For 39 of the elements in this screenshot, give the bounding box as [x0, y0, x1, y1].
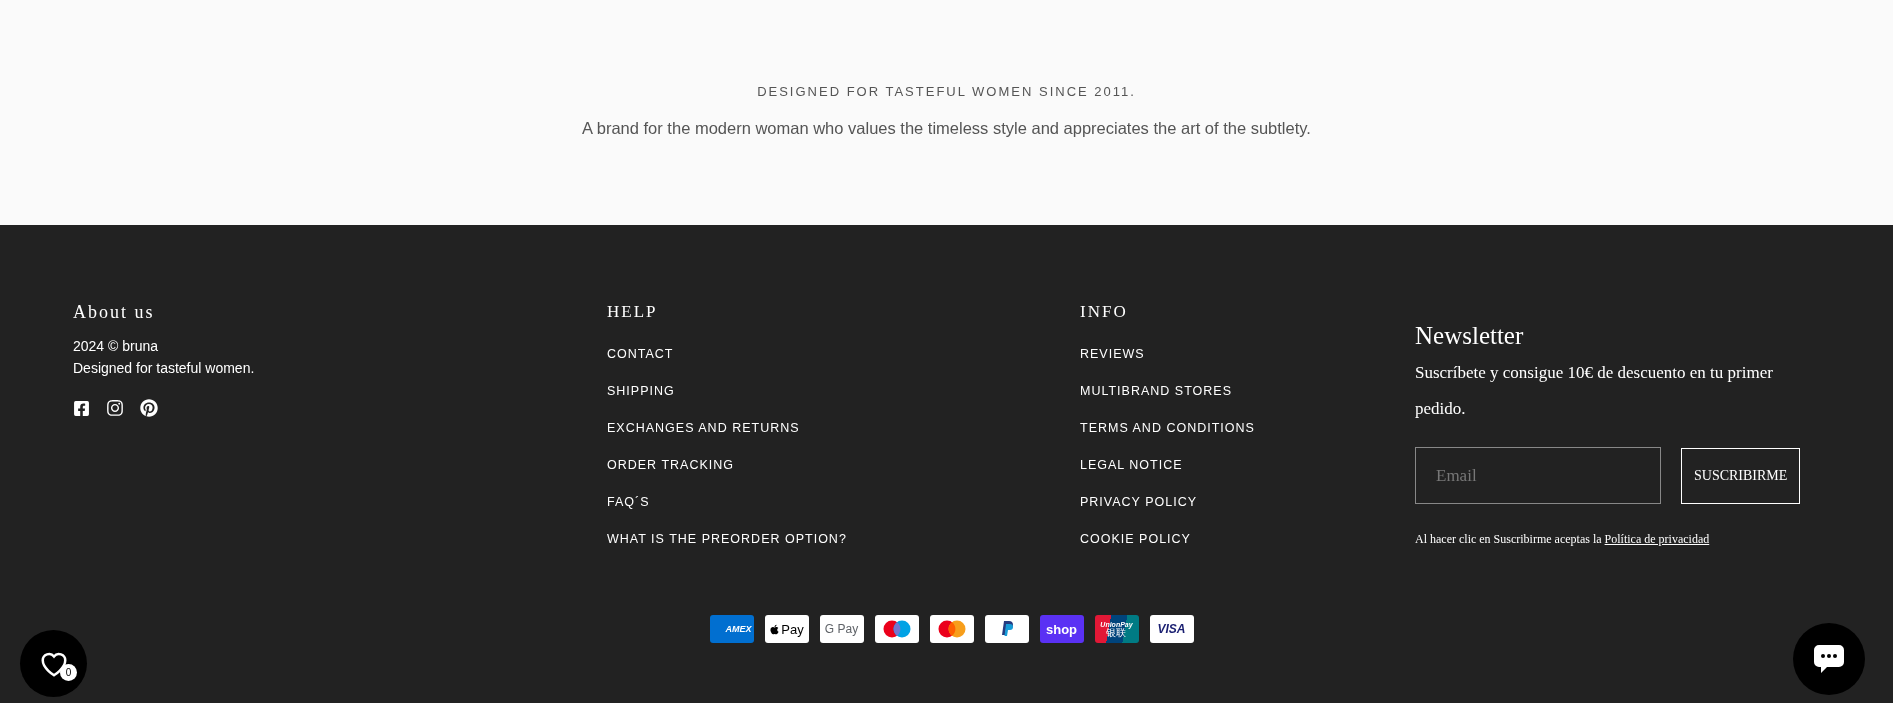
- footer-link[interactable]: TERMS AND CONDITIONS: [1080, 420, 1255, 437]
- eyebrow-text: DESIGNED FOR TASTEFUL WOMEN SINCE 2011.: [757, 83, 1136, 101]
- wishlist-count: 0: [60, 664, 77, 681]
- newsletter-text: Suscríbete y consigue 10€ de descuento en tu primer pedido.: [1415, 362, 1774, 420]
- instagram-icon[interactable]: [106, 399, 124, 417]
- column-heading: HELP: [607, 301, 659, 323]
- column-heading: About us: [73, 301, 156, 323]
- subscribe-button[interactable]: SUSCRIBIRME: [1681, 447, 1801, 504]
- apple-icon: [769, 623, 781, 635]
- footer-link[interactable]: SHIPPING: [607, 383, 675, 400]
- consent-text: Al hacer clic en Suscribirme aceptas la Política de privacidad: [1415, 531, 1711, 548]
- overlapping-circles-icon: [882, 620, 911, 638]
- about-text: 2024 © bruna: [73, 337, 160, 356]
- card-label: AMEX: [725, 624, 752, 634]
- footer-link[interactable]: COOKIE POLICY: [1080, 531, 1191, 548]
- card-label: shop: [1045, 622, 1078, 636]
- facebook-icon[interactable]: [73, 399, 90, 417]
- column-heading: INFO: [1080, 301, 1129, 323]
- card-label: Pay: [781, 622, 804, 636]
- footer-link[interactable]: REVIEWS: [1080, 346, 1145, 363]
- card-label: VISA: [1157, 623, 1186, 635]
- chat-bubble-icon: [1813, 644, 1845, 674]
- overlapping-circles-icon: [937, 620, 966, 638]
- about-text: Designed for tasteful women.: [73, 359, 256, 378]
- footer-link[interactable]: FAQ´S: [607, 494, 650, 511]
- footer-link[interactable]: PRIVACY POLICY: [1080, 494, 1198, 511]
- tagline-text: A brand for the modern woman who values the timeless style and appreciates the art of the subtlety.: [582, 117, 1311, 139]
- footer-link[interactable]: CONTACT: [607, 346, 674, 363]
- footer-link[interactable]: LEGAL NOTICE: [1080, 457, 1183, 474]
- privacy-link[interactable]: Política de privacidad: [1604, 532, 1710, 546]
- newsletter-title: Newsletter: [1415, 321, 1525, 351]
- footer-link[interactable]: MULTIBRAND STORES: [1080, 383, 1232, 400]
- logo-icon: [1000, 621, 1013, 637]
- footer-link[interactable]: ORDER TRACKING: [607, 457, 734, 474]
- footer-link[interactable]: WHAT IS THE PREORDER OPTION?: [607, 531, 847, 548]
- footer-link[interactable]: EXCHANGES AND RETURNS: [607, 420, 800, 437]
- pinterest-icon[interactable]: [140, 399, 158, 417]
- card-label: G Pay: [824, 623, 859, 635]
- email-field[interactable]: Email: [1415, 447, 1661, 504]
